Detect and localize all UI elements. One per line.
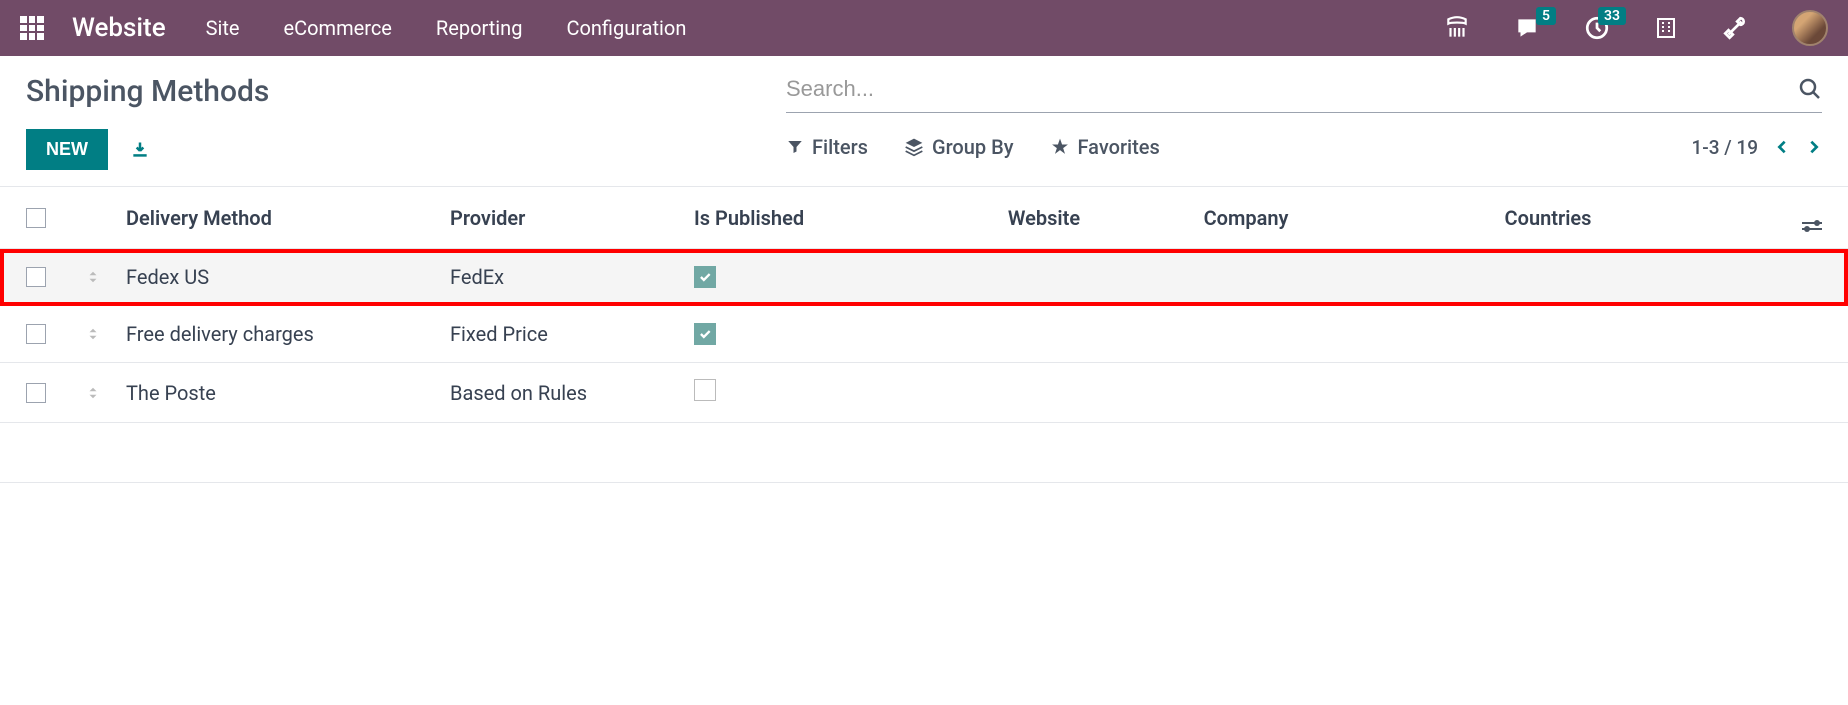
- pager-text: 1-3 / 19: [1691, 136, 1758, 159]
- topbar: Website Site eCommerce Reporting Configu…: [0, 0, 1848, 56]
- cell-provider: FedEx: [450, 265, 694, 289]
- filters-button[interactable]: Filters: [786, 135, 868, 159]
- table-header: Delivery Method Provider Is Published We…: [0, 187, 1848, 249]
- phone-icon[interactable]: [1444, 15, 1470, 41]
- pager-next[interactable]: [1806, 137, 1822, 157]
- cell-delivery: Free delivery charges: [126, 322, 450, 346]
- table-row[interactable]: Fedex US FedEx: [0, 249, 1848, 306]
- published-checkbox[interactable]: [694, 266, 716, 288]
- drag-handle-icon[interactable]: [86, 384, 126, 402]
- header-countries[interactable]: Countries: [1348, 206, 1748, 230]
- header-published[interactable]: Is Published: [694, 206, 944, 230]
- row-checkbox[interactable]: [26, 383, 46, 403]
- row-checkbox[interactable]: [26, 267, 46, 287]
- filter-row: Filters Group By Favorites 1-3 / 19: [786, 135, 1822, 159]
- cell-provider: Fixed Price: [450, 322, 694, 346]
- published-checkbox[interactable]: [694, 379, 716, 401]
- nav-configuration[interactable]: Configuration: [566, 16, 686, 40]
- search-icon[interactable]: [1798, 77, 1822, 101]
- header-delivery[interactable]: Delivery Method: [126, 206, 450, 230]
- page-title: Shipping Methods: [26, 74, 786, 109]
- activity-icon[interactable]: 33: [1584, 15, 1610, 41]
- groupby-button[interactable]: Group By: [904, 135, 1014, 159]
- row-checkbox[interactable]: [26, 324, 46, 344]
- column-settings-icon[interactable]: [1802, 222, 1822, 230]
- chat-badge: 5: [1536, 7, 1556, 25]
- search-bar: [786, 76, 1822, 113]
- activity-badge: 33: [1598, 7, 1626, 25]
- select-all-checkbox[interactable]: [26, 208, 46, 228]
- control-panel: Shipping Methods NEW Filters Group By: [0, 56, 1848, 186]
- header-provider[interactable]: Provider: [450, 206, 694, 230]
- pager-prev[interactable]: [1774, 137, 1790, 157]
- cell-provider: Based on Rules: [450, 381, 694, 405]
- cell-delivery: Fedex US: [126, 265, 450, 289]
- groupby-label: Group By: [932, 135, 1014, 159]
- drag-handle-icon[interactable]: [86, 268, 126, 286]
- cell-delivery: The Poste: [126, 381, 450, 405]
- table: Delivery Method Provider Is Published We…: [0, 186, 1848, 483]
- nav-menu: Site eCommerce Reporting Configuration: [206, 16, 687, 40]
- table-row[interactable]: The Poste Based on Rules: [0, 363, 1848, 423]
- table-row[interactable]: Free delivery charges Fixed Price: [0, 306, 1848, 363]
- filters-label: Filters: [812, 135, 868, 159]
- nav-reporting[interactable]: Reporting: [436, 16, 523, 40]
- published-checkbox[interactable]: [694, 323, 716, 345]
- nav-ecommerce[interactable]: eCommerce: [284, 16, 392, 40]
- new-button[interactable]: NEW: [26, 129, 108, 170]
- search-input[interactable]: [786, 76, 1798, 102]
- drag-handle-icon[interactable]: [86, 325, 126, 343]
- app-brand[interactable]: Website: [72, 13, 166, 43]
- nav-site[interactable]: Site: [206, 16, 240, 40]
- favorites-button[interactable]: Favorites: [1050, 135, 1160, 159]
- favorites-label: Favorites: [1078, 135, 1160, 159]
- apps-icon[interactable]: [20, 16, 44, 40]
- top-icons: 5 33: [1444, 10, 1828, 46]
- header-company[interactable]: Company: [1144, 206, 1348, 230]
- avatar[interactable]: [1792, 10, 1828, 46]
- tools-icon[interactable]: [1722, 15, 1748, 41]
- header-website[interactable]: Website: [944, 206, 1144, 230]
- chat-icon[interactable]: 5: [1514, 15, 1540, 41]
- download-icon[interactable]: [130, 140, 150, 160]
- pager: 1-3 / 19: [1691, 136, 1822, 159]
- table-footer-space: [0, 423, 1848, 483]
- company-icon[interactable]: [1654, 16, 1678, 40]
